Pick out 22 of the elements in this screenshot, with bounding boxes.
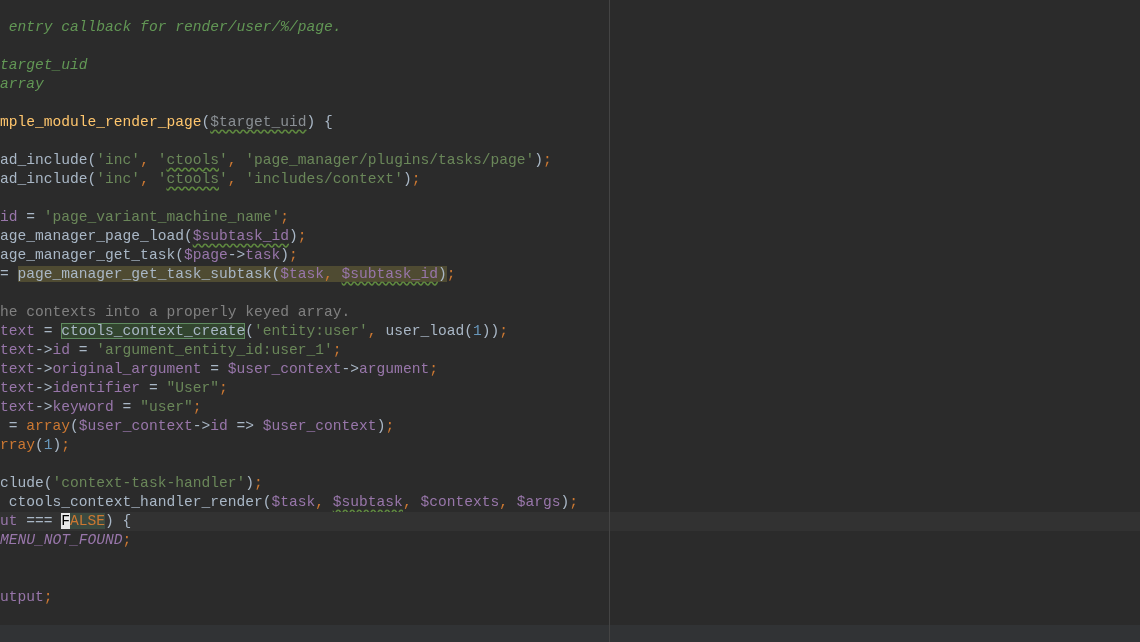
code-line: MENU_NOT_FOUND;	[0, 531, 133, 550]
code-line: target_uid	[0, 56, 89, 75]
code-line: = page_manager_get_task_subtask($task, $subtask_id);	[0, 265, 457, 284]
code-line: mple_module_render_page($target_uid) {	[0, 113, 334, 132]
code-line: ad_include('inc', 'ctools', 'includes/context');	[0, 170, 422, 189]
code-line: array	[0, 75, 45, 94]
code-line: he contexts into a properly keyed array.	[0, 303, 352, 322]
code-line: text->original_argument = $user_context->argument;	[0, 360, 439, 379]
code-line: utput;	[0, 588, 54, 607]
code-line: age_manager_get_task($page->task);	[0, 246, 299, 265]
code-line: ctools_context_handler_render($task, $subtask, $contexts, $args);	[7, 493, 580, 512]
code-line: clude('context-task-handler');	[0, 474, 264, 493]
code-line: entry callback for render/user/%/page.	[7, 18, 343, 37]
code-line: = array($user_context->id => $user_context);	[7, 417, 396, 436]
code-line: rray(1);	[0, 436, 72, 455]
code-line: id = 'page_variant_machine_name';	[0, 208, 291, 227]
code-line: text = ctools_context_create('entity:user', user_load(1));	[0, 322, 509, 341]
code-line: ad_include('inc', 'ctools', 'page_manager/plugins/tasks/page');	[0, 151, 553, 170]
code-line: text->identifier = "User";	[0, 379, 229, 398]
code-line: text->keyword = "user";	[0, 398, 203, 417]
code-line: text->id = 'argument_entity_id:user_1';	[0, 341, 343, 360]
code-line: age_manager_page_load($subtask_id);	[0, 227, 308, 246]
